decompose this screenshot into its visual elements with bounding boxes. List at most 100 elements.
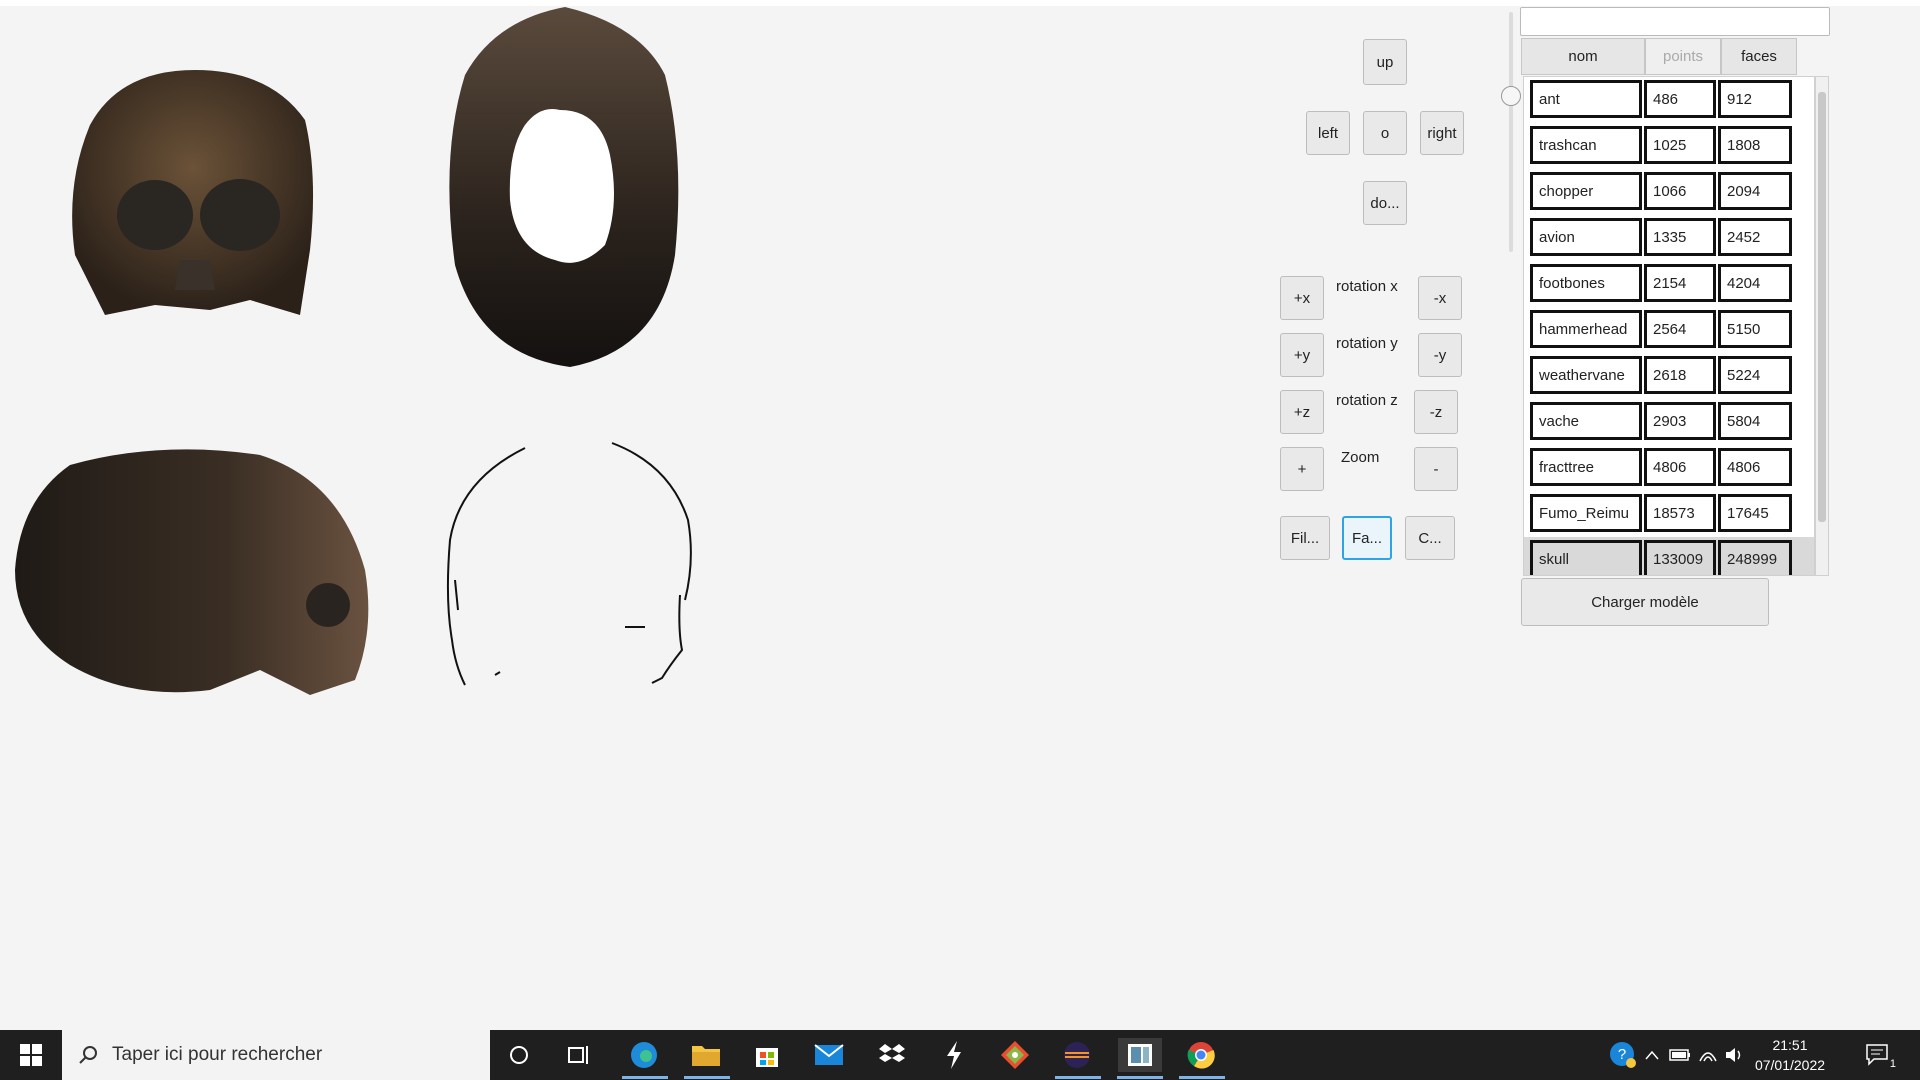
zoom-in-button[interactable]: + (1280, 447, 1324, 491)
color-button[interactable]: C... (1405, 516, 1455, 560)
eclipse-icon[interactable] (1060, 1038, 1094, 1072)
cell-points: 2154 (1644, 264, 1716, 302)
cell-nom: fracttree (1530, 448, 1642, 486)
table-row[interactable]: footbones 2154 4204 (1524, 261, 1814, 307)
slider-thumb[interactable] (1501, 86, 1521, 106)
cell-nom: skull (1530, 540, 1642, 575)
clock-date: 07/01/2022 (1754, 1057, 1826, 1073)
rotate-minus-y-button[interactable]: -y (1418, 333, 1462, 377)
clock-time: 21:51 (1772, 1037, 1808, 1053)
up-button[interactable]: up (1363, 39, 1407, 85)
cell-faces: 912 (1718, 80, 1792, 118)
cell-faces: 4806 (1718, 448, 1792, 486)
chrome-icon[interactable] (1184, 1038, 1218, 1072)
edge-icon[interactable] (627, 1038, 661, 1072)
table-row[interactable]: Fumo_Reimu 18573 17645 (1524, 491, 1814, 537)
cell-faces: 5150 (1718, 310, 1792, 348)
cell-faces: 5224 (1718, 356, 1792, 394)
cell-nom: trashcan (1530, 126, 1642, 164)
cortana-icon[interactable] (502, 1038, 536, 1072)
cell-faces: 248999 (1718, 540, 1792, 575)
windows-start-icon[interactable] (14, 1038, 48, 1072)
rotate-plus-y-button[interactable]: +y (1280, 333, 1324, 377)
rotate-minus-z-button[interactable]: -z (1414, 390, 1458, 434)
cell-faces: 4204 (1718, 264, 1792, 302)
file-explorer-icon[interactable] (689, 1038, 723, 1072)
help-icon[interactable]: ? (1606, 1038, 1640, 1072)
eclipse-active-indicator (1055, 1076, 1101, 1079)
table-row[interactable]: hammerhead 2564 5150 (1524, 307, 1814, 353)
chevron-up-icon[interactable] (1640, 1038, 1664, 1072)
table-row[interactable]: avion 1335 2452 (1524, 215, 1814, 261)
rotate-plus-x-button[interactable]: +x (1280, 276, 1324, 320)
taskbar-search-box[interactable]: Taper ici pour rechercher (62, 1030, 490, 1080)
zoom-label: Zoom (1341, 449, 1380, 466)
skull-front-view (72, 70, 314, 315)
svg-text:?: ? (1618, 1046, 1626, 1063)
system-clock[interactable]: 21:51 07/01/2022 (1745, 1035, 1835, 1075)
scrollbar-thumb[interactable] (1818, 91, 1826, 591)
rotate-plus-z-button[interactable]: +z (1280, 390, 1324, 434)
load-model-button[interactable]: Charger modèle (1521, 578, 1769, 626)
git-icon[interactable] (998, 1038, 1032, 1072)
wireframe-button[interactable]: Fil... (1280, 516, 1330, 560)
skull-side-view (15, 449, 369, 695)
faces-button[interactable]: Fa... (1342, 516, 1392, 560)
table-row[interactable]: chopper 1066 2094 (1524, 169, 1814, 215)
skull-top-view (449, 7, 679, 367)
task-view-icon[interactable] (563, 1038, 597, 1072)
search-placeholder: Taper ici pour rechercher (112, 1044, 323, 1065)
cell-points: 486 (1644, 80, 1716, 118)
rotate-minus-x-button[interactable]: -x (1418, 276, 1462, 320)
cell-points: 1066 (1644, 172, 1716, 210)
column-header-nom[interactable]: nom (1521, 38, 1645, 75)
app-icon[interactable] (937, 1038, 971, 1072)
center-button[interactable]: o (1363, 111, 1407, 155)
rotation-y-label: rotation y (1336, 335, 1398, 352)
cell-points: 2564 (1644, 310, 1716, 348)
rotation-z-label: rotation z (1336, 392, 1398, 409)
table-row[interactable]: fracttree 4806 4806 (1524, 445, 1814, 491)
edge-active-indicator (622, 1076, 668, 1079)
column-header-points[interactable]: points (1645, 38, 1721, 75)
right-button[interactable]: right (1420, 111, 1464, 155)
cell-faces: 5804 (1718, 402, 1792, 440)
table-row-selected[interactable]: skull 133009 248999 (1524, 537, 1814, 575)
cell-points: 2618 (1644, 356, 1716, 394)
cell-points: 2903 (1644, 402, 1716, 440)
left-button[interactable]: left (1306, 111, 1350, 155)
cell-nom: hammerhead (1530, 310, 1642, 348)
slider-track[interactable] (1509, 12, 1513, 252)
cell-nom: avion (1530, 218, 1642, 256)
down-button[interactable]: do... (1363, 181, 1407, 225)
java-app-active-indicator (1117, 1076, 1163, 1079)
table-scrollbar[interactable] (1815, 76, 1829, 576)
cell-nom: weathervane (1530, 356, 1642, 394)
table-row[interactable]: ant 486 912 (1524, 77, 1814, 123)
cell-nom: footbones (1530, 264, 1642, 302)
table-row[interactable]: weathervane 2618 5224 (1524, 353, 1814, 399)
model-table: ant 486 912 trashcan 1025 1808 chopper 1… (1523, 76, 1815, 576)
table-row[interactable]: trashcan 1025 1808 (1524, 123, 1814, 169)
column-header-faces[interactable]: faces (1721, 38, 1797, 75)
skull-outline-view (446, 442, 692, 686)
cell-points: 4806 (1644, 448, 1716, 486)
cell-points: 133009 (1644, 540, 1716, 575)
store-icon[interactable] (750, 1038, 784, 1072)
cell-nom: chopper (1530, 172, 1642, 210)
wifi-icon[interactable] (1694, 1038, 1722, 1072)
dropbox-icon[interactable] (875, 1038, 909, 1072)
mail-icon[interactable] (812, 1038, 846, 1072)
notification-icon[interactable]: 1 (1862, 1038, 1896, 1072)
zoom-out-button[interactable]: - (1414, 447, 1458, 491)
volume-icon[interactable] (1722, 1038, 1746, 1072)
model-search-input[interactable] (1520, 7, 1830, 36)
table-row[interactable]: vache 2903 5804 (1524, 399, 1814, 445)
cell-faces: 2094 (1718, 172, 1792, 210)
battery-icon[interactable] (1666, 1038, 1694, 1072)
cell-faces: 17645 (1718, 494, 1792, 532)
rotation-x-label: rotation x (1336, 278, 1398, 295)
cell-points: 1335 (1644, 218, 1716, 256)
cell-faces: 1808 (1718, 126, 1792, 164)
java-app-icon[interactable] (1118, 1038, 1162, 1072)
